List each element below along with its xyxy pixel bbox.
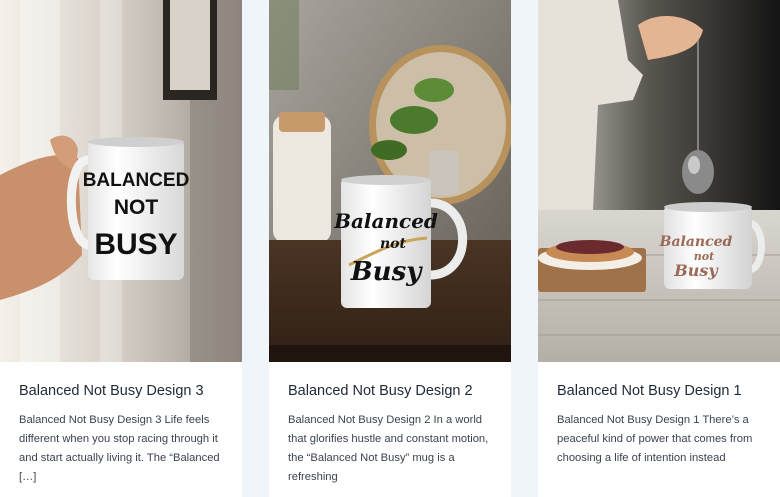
mug-text-line: Balanced [659,234,733,250]
mug-text-line: BUSY [94,228,177,261]
mug-text-line: BALANCED [83,170,190,191]
post-excerpt: Balanced Not Busy Design 1 There’s a pea… [557,414,753,464]
mug-text-line: Balanced [333,209,438,233]
post-thumbnail[interactable]: Balanced not Busy [269,0,511,362]
post-title-link[interactable]: Balanced Not Busy Design 1 [557,382,761,400]
mug-text-line: Busy [350,257,424,287]
post-excerpt: Balanced Not Busy Design 2 In a world th… [288,414,489,483]
post-excerpt: Balanced Not Busy Design 3 Life feels di… [19,414,220,483]
post-thumbnail[interactable]: BALANCED NOT BUSY [0,0,242,362]
post-title-link[interactable]: Balanced Not Busy Design 2 [288,382,492,400]
post-thumbnail[interactable]: Balanced not Busy [538,0,780,362]
mug-text-line: Busy [673,261,719,280]
post-card[interactable]: Balanced not Busy Balanced Not Busy Desi… [538,0,780,497]
mug-text-line: NOT [114,196,159,219]
post-card[interactable]: BALANCED NOT BUSY Balanced Not Busy Desi… [0,0,242,497]
post-title-link[interactable]: Balanced Not Busy Design 3 [19,382,223,400]
mug-text-line: not [380,236,407,252]
mug-photo-2: Balanced not Busy [269,0,511,362]
post-card[interactable]: Balanced not Busy Balanced Not Busy Desi… [269,0,511,497]
mug-photo-1: BALANCED NOT BUSY [0,0,242,362]
mug-photo-3: Balanced not Busy [538,0,780,362]
